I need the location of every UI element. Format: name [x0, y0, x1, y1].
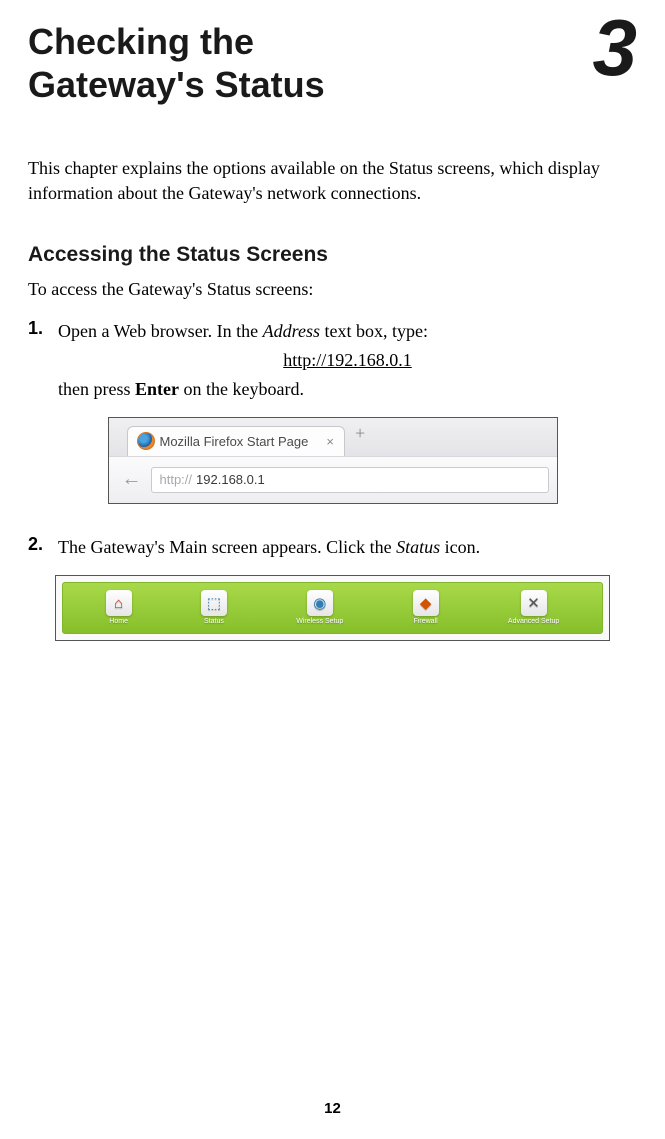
step-text-bold: Enter: [135, 379, 179, 399]
gateway-nav-screenshot: ⌂ Home ⬚ Status ◉ Wireless Setup ◆ Firew…: [55, 575, 610, 641]
nav-label: Status: [204, 618, 224, 625]
chapter-intro: This chapter explains the options availa…: [28, 156, 637, 205]
step-text: text box, type:: [320, 321, 428, 341]
gateway-navbar: ⌂ Home ⬚ Status ◉ Wireless Setup ◆ Firew…: [62, 582, 603, 634]
tools-icon: ✕: [521, 590, 547, 616]
step-1: 1. Open a Web browser. In the Address te…: [28, 318, 637, 403]
step-text: on the keyboard.: [179, 379, 304, 399]
address-bar[interactable]: http://192.168.0.1: [151, 467, 549, 493]
nav-home[interactable]: ⌂ Home: [106, 590, 132, 625]
browser-tabbar: Mozilla Firefox Start Page × +: [109, 418, 557, 456]
url-host: 192.168.0.1: [196, 472, 265, 487]
nav-label: Advanced Setup: [508, 618, 559, 625]
firewall-icon: ◆: [413, 590, 439, 616]
chapter-number: 3: [593, 12, 638, 84]
firefox-icon: [138, 433, 154, 449]
browser-screenshot: Mozilla Firefox Start Page × + ← http://…: [108, 417, 558, 504]
step-url: http://192.168.0.1: [58, 347, 637, 374]
step-text: The Gateway's Main screen appears. Click…: [58, 537, 396, 557]
section-intro: To access the Gateway's Status screens:: [28, 279, 637, 300]
tab-title: Mozilla Firefox Start Page: [160, 434, 309, 449]
page-number: 12: [0, 1100, 665, 1117]
step-text: icon.: [440, 537, 480, 557]
wifi-icon: ◉: [307, 590, 333, 616]
status-icon: ⬚: [201, 590, 227, 616]
nav-wireless-setup[interactable]: ◉ Wireless Setup: [296, 590, 343, 625]
nav-firewall[interactable]: ◆ Firewall: [413, 590, 439, 625]
chapter-title: Checking the Gateway's Status: [28, 20, 428, 106]
nav-advanced-setup[interactable]: ✕ Advanced Setup: [508, 590, 559, 625]
step-number: 2.: [28, 534, 58, 561]
step-text-italic: Status: [396, 537, 440, 557]
url-scheme: http://: [160, 472, 193, 487]
nav-label: Firewall: [414, 618, 438, 625]
nav-label: Home: [109, 618, 128, 625]
browser-navbar: ← http://192.168.0.1: [109, 456, 557, 503]
browser-tab[interactable]: Mozilla Firefox Start Page ×: [127, 426, 345, 456]
step-text: then press: [58, 379, 135, 399]
section-heading: Accessing the Status Screens: [28, 243, 637, 267]
home-icon: ⌂: [106, 590, 132, 616]
nav-status[interactable]: ⬚ Status: [201, 590, 227, 625]
step-number: 1.: [28, 318, 58, 403]
step-2: 2. The Gateway's Main screen appears. Cl…: [28, 534, 637, 561]
back-icon[interactable]: ←: [117, 465, 147, 495]
step-text-italic: Address: [263, 321, 320, 341]
nav-label: Wireless Setup: [296, 618, 343, 625]
new-tab-icon[interactable]: +: [355, 423, 365, 444]
close-icon[interactable]: ×: [326, 434, 334, 449]
step-text: Open a Web browser. In the: [58, 321, 263, 341]
